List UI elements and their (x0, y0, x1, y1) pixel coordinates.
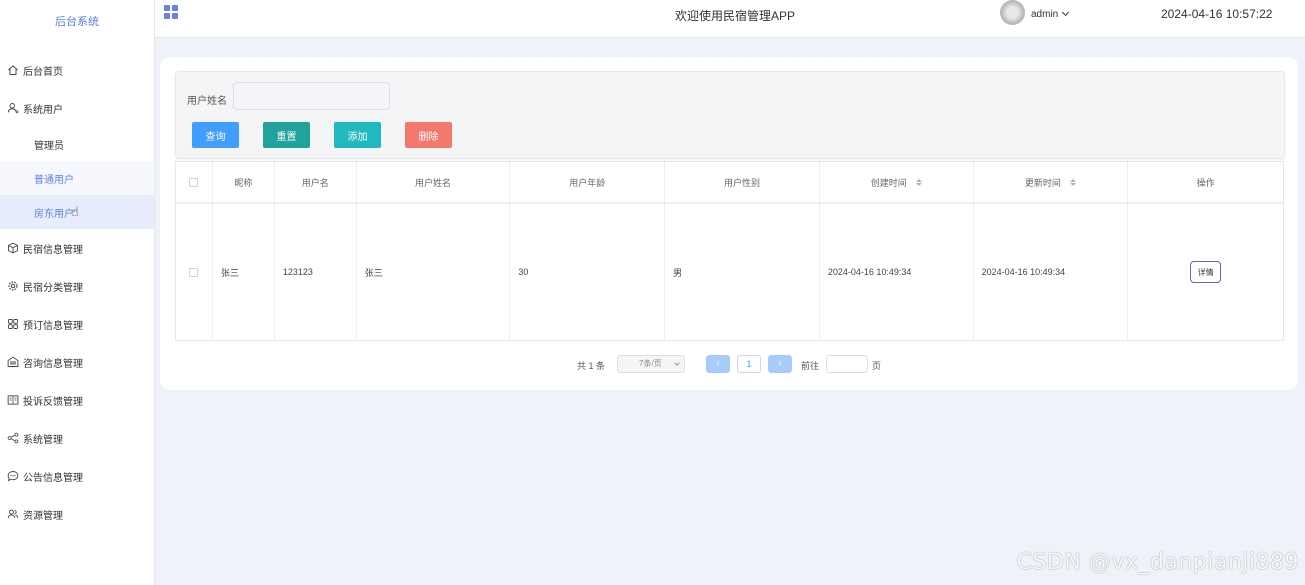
grid-icon (6, 317, 20, 331)
sidebar-item-resources[interactable]: 资源管理 (0, 495, 154, 533)
sidebar-item-label: 房东用户 (34, 208, 74, 220)
page-number-button[interactable]: 1 (737, 355, 761, 373)
book-icon (6, 393, 20, 407)
row-checkbox[interactable] (189, 267, 199, 277)
cell-username: 123123 (275, 204, 357, 340)
column-header: 用户性别 (665, 162, 820, 202)
sidebar-item-label: 管理员 (34, 140, 64, 152)
message-box-icon (6, 355, 20, 369)
sidebar-item-label: 民宿信息管理 (23, 244, 83, 256)
select-all-checkbox[interactable] (189, 177, 199, 187)
search-form: 用户姓名 查询 重置 添加 删除 (175, 71, 1285, 159)
sidebar-title: 后台系统 (55, 16, 99, 28)
sidebar-item-label: 系统管理 (23, 434, 63, 446)
sidebar-item-system-users[interactable]: 系统用户 (0, 89, 154, 127)
users-icon (6, 507, 20, 521)
sidebar-item-label: 资源管理 (23, 510, 63, 522)
sidebar-item-home[interactable]: 后台首页 (0, 51, 154, 89)
menu-grid-icon[interactable] (164, 5, 178, 19)
watermark: CSDN @vx_danpianji889 (1016, 550, 1299, 575)
sidebar-subitem-normal-users[interactable]: 普通用户 (0, 161, 154, 195)
cube-icon (6, 241, 20, 255)
page-size-select[interactable]: 7条/页 (617, 355, 685, 373)
detail-button[interactable]: 详情 (1190, 261, 1222, 283)
pagination-total: 共 1 条 (577, 361, 606, 371)
column-header: 操作 (1196, 177, 1215, 188)
column-header-sortable[interactable]: 更新时间 (974, 162, 1129, 202)
sidebar-item-label: 系统用户 (23, 104, 63, 116)
search-label: 用户姓名 (187, 96, 227, 107)
sidebar-item-homestay-category[interactable]: 民宿分类管理 (0, 267, 154, 305)
column-header-label: 更新时间 (1024, 177, 1061, 188)
chevron-down-icon (1061, 8, 1070, 17)
sidebar-item-label: 预订信息管理 (23, 320, 83, 332)
cell-created: 2024-04-16 10:49:34 (820, 204, 974, 340)
pagination: 共 1 条 7条/页 ‹ 1 › 前往 页 (160, 355, 1298, 375)
page-size-value: 7条/页 (639, 359, 662, 368)
cell-actions: 详情 (1128, 204, 1283, 340)
main-panel: 用户姓名 查询 重置 添加 删除 昵称 用户名 用户姓名 用户年龄 用户性别 创… (160, 57, 1298, 390)
row-select-cell (176, 204, 213, 340)
avatar[interactable] (1000, 0, 1025, 25)
column-header: 昵称 (213, 162, 275, 202)
current-datetime: 2024-04-16 10:57:22 (1161, 7, 1273, 21)
data-table: 昵称 用户名 用户姓名 用户年龄 用户性别 创建时间 更新时间 操作 张三 12… (175, 161, 1284, 341)
sidebar-subitem-admin[interactable]: 管理员 (0, 127, 154, 161)
table-row[interactable]: 张三 123123 张三 30 男 2024-04-16 10:49:34 20… (176, 204, 1283, 340)
cell-age: 30 (510, 204, 666, 340)
page-title: 欢迎使用民宿管理APP (675, 9, 796, 23)
prev-page-button[interactable]: ‹ (706, 355, 730, 373)
chat-icon (6, 469, 20, 483)
query-button[interactable]: 查询 (192, 122, 239, 148)
sidebar-item-label: 咨询信息管理 (23, 358, 83, 370)
share-icon (6, 431, 20, 445)
reset-button[interactable]: 重置 (263, 122, 310, 148)
hand-cursor-icon: ☝ (71, 204, 79, 219)
sidebar-subitem-landlord-users[interactable]: 房东用户 ☝ (0, 195, 154, 229)
sidebar-item-label: 民宿分类管理 (23, 282, 83, 294)
goto-unit: 页 (872, 361, 882, 371)
chevron-down-icon (674, 360, 680, 366)
cell-gender: 男 (665, 204, 820, 340)
top-header: 欢迎使用民宿管理APP admin 2024-04-16 10:57:22 (155, 0, 1305, 38)
home-icon (6, 63, 20, 77)
search-input[interactable] (233, 82, 390, 110)
sidebar-menu: 后台首页 系统用户 管理员 普通用户 房东用户 ☝ 民宿信息管理 民宿分类管理 … (0, 51, 154, 533)
cell-updated: 2024-04-16 10:49:34 (974, 204, 1129, 340)
sidebar-item-system-manage[interactable]: 系统管理 (0, 419, 154, 457)
sidebar-item-complaint[interactable]: 投诉反馈管理 (0, 381, 154, 419)
sidebar-item-label: 普通用户 (34, 174, 74, 186)
sidebar-item-consult[interactable]: 咨询信息管理 (0, 343, 154, 381)
next-page-button[interactable]: › (768, 355, 792, 373)
sort-icon[interactable] (1069, 178, 1076, 186)
column-header: 用户名 (275, 162, 357, 202)
sidebar-item-label: 投诉反馈管理 (23, 396, 83, 408)
sidebar-item-label: 公告信息管理 (23, 472, 83, 484)
goto-page-input[interactable] (826, 355, 868, 373)
gear-icon (6, 279, 20, 293)
sort-icon[interactable] (915, 178, 922, 186)
sidebar: 后台系统 后台首页 系统用户 管理员 普通用户 房东用户 ☝ 民宿信息管理 民宿… (0, 0, 155, 585)
user-menu[interactable]: admin (1031, 8, 1070, 20)
column-header-label: 创建时间 (870, 177, 907, 188)
sidebar-item-label: 后台首页 (23, 66, 63, 78)
column-header: 用户姓名 (357, 162, 511, 202)
user-name: admin (1031, 9, 1059, 20)
user-icon (6, 101, 20, 115)
table-header: 昵称 用户名 用户姓名 用户年龄 用户性别 创建时间 更新时间 操作 (176, 162, 1283, 204)
cell-nickname: 张三 (213, 204, 275, 340)
cell-name: 张三 (357, 204, 511, 340)
goto-label: 前往 (801, 361, 820, 371)
delete-button[interactable]: 删除 (405, 122, 452, 148)
add-button[interactable]: 添加 (334, 122, 381, 148)
column-header-sortable[interactable]: 创建时间 (820, 162, 974, 202)
sidebar-item-announcement[interactable]: 公告信息管理 (0, 457, 154, 495)
column-header: 用户年龄 (510, 162, 666, 202)
sidebar-item-homestay-info[interactable]: 民宿信息管理 (0, 229, 154, 267)
sidebar-item-booking[interactable]: 预订信息管理 (0, 305, 154, 343)
select-all-cell (176, 162, 213, 202)
